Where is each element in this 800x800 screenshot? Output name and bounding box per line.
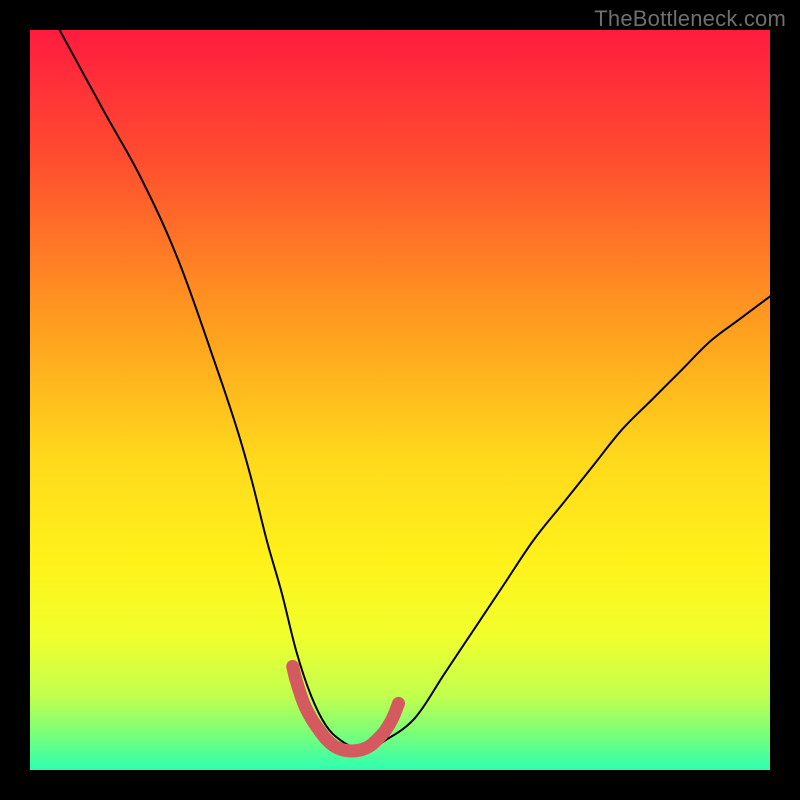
- app-frame: TheBottleneck.com: [0, 0, 800, 800]
- bottleneck-chart: [0, 0, 800, 800]
- chart-background: [30, 30, 770, 770]
